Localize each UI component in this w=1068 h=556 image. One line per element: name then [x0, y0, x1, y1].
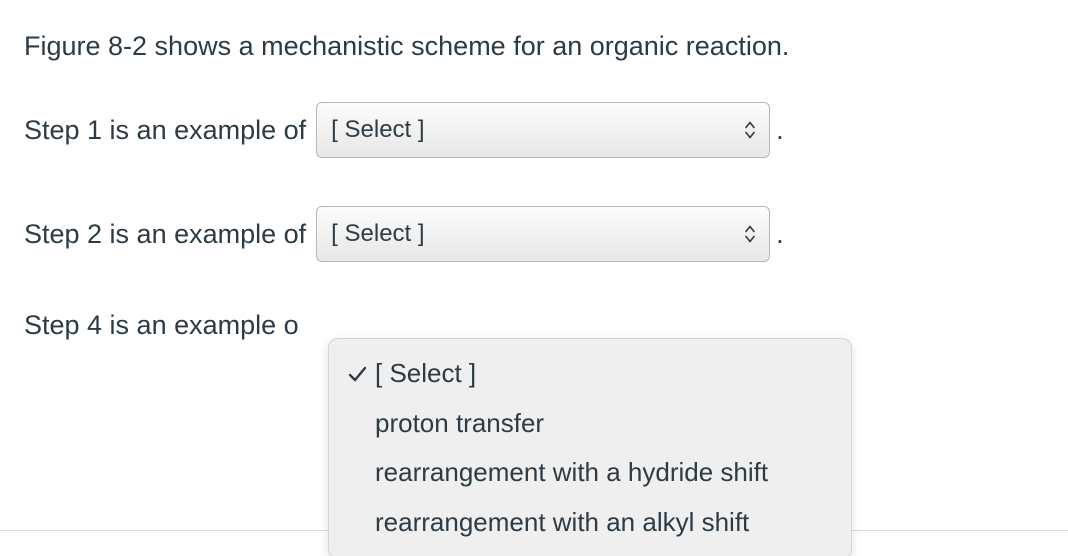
step-4-label: Step 4 is an example o	[24, 310, 299, 341]
select-arrows-icon	[745, 226, 755, 243]
select-arrows-icon	[745, 122, 755, 139]
step-2-row: Step 2 is an example of [ Select ] .	[24, 206, 1044, 262]
step-1-select[interactable]: [ Select ]	[316, 102, 770, 158]
checkmark-icon	[347, 364, 375, 384]
dropdown-option-label: [ Select ]	[375, 355, 476, 393]
dropdown-option[interactable]: proton transfer	[329, 399, 851, 449]
step-4-dropdown-menu[interactable]: [ Select ] proton transfer rearrangement…	[328, 338, 852, 556]
dropdown-option[interactable]: rearrangement with an alkyl shift	[329, 498, 851, 548]
dropdown-option-selected[interactable]: [ Select ]	[329, 349, 851, 399]
step-2-period: .	[776, 219, 784, 250]
question-page: Figure 8-2 shows a mechanistic scheme fo…	[0, 0, 1068, 556]
step-2-select[interactable]: [ Select ]	[316, 206, 770, 262]
question-intro: Figure 8-2 shows a mechanistic scheme fo…	[24, 28, 1044, 64]
step-1-row: Step 1 is an example of [ Select ] .	[24, 102, 1044, 158]
step-4-row: Step 4 is an example o	[24, 310, 1044, 341]
step-1-label: Step 1 is an example of	[24, 115, 306, 146]
step-2-label: Step 2 is an example of	[24, 219, 306, 250]
dropdown-option-label: proton transfer	[375, 405, 544, 443]
step-1-period: .	[776, 115, 784, 146]
dropdown-option-label: rearrangement with an alkyl shift	[375, 504, 749, 542]
step-1-select-value: [ Select ]	[331, 116, 424, 144]
dropdown-option[interactable]: rearrangement with a hydride shift	[329, 448, 851, 498]
step-2-select-value: [ Select ]	[331, 220, 424, 248]
dropdown-option-label: rearrangement with a hydride shift	[375, 454, 768, 492]
